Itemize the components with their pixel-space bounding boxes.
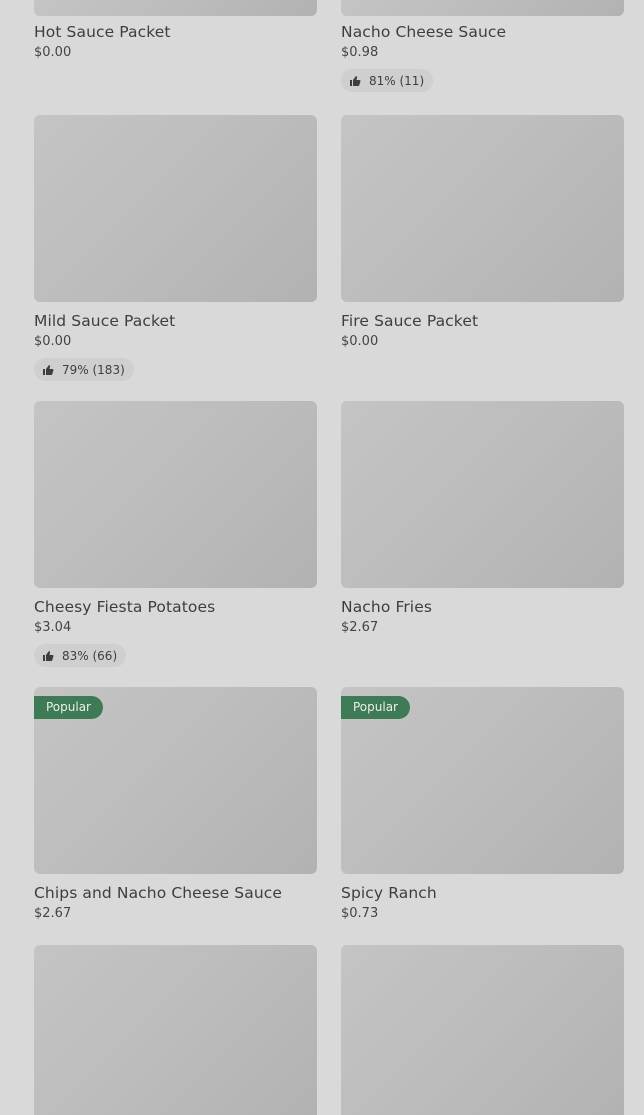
popular-badge: Popular: [34, 696, 103, 719]
rating-badge: 81% (11): [341, 69, 434, 92]
item-name: Chips and Nacho Cheese Sauce: [34, 884, 283, 902]
item-image[interactable]: [34, 945, 317, 1115]
item-image[interactable]: [34, 115, 317, 302]
item-name: Cheesy Fiesta Potatoes: [34, 598, 216, 616]
item-image[interactable]: [341, 115, 624, 302]
item-image[interactable]: Popular: [34, 687, 317, 874]
menu-grid: Hot Sauce Packet $0.00 Nacho Cheese Sauc…: [0, 0, 644, 1115]
thumbs-up-icon: [43, 650, 54, 661]
item-name: Nacho Fries: [341, 598, 433, 616]
thumbs-up-icon: [350, 75, 361, 86]
item-image[interactable]: [341, 945, 624, 1115]
menu-item-card[interactable]: Nacho Fries $2.67: [341, 401, 624, 636]
item-price: $2.67: [34, 906, 72, 921]
rating-text: 83% (66): [62, 648, 118, 663]
menu-item-card[interactable]: Mild Sauce Packet $0.00 79% (183): [34, 115, 317, 381]
item-name: Hot Sauce Packet: [34, 23, 171, 41]
item-price: $2.67: [341, 620, 379, 635]
popular-badge: Popular: [341, 696, 410, 719]
rating-text: 79% (183): [62, 362, 125, 377]
item-name: Nacho Cheese Sauce: [341, 23, 507, 41]
item-image[interactable]: Popular: [341, 687, 624, 874]
menu-item-card[interactable]: Popular Spicy Ranch $0.73: [341, 687, 624, 922]
rating-badge: 83% (66): [34, 644, 127, 667]
item-price: $0.00: [34, 334, 72, 349]
menu-item-card[interactable]: Popular Chips and Nacho Cheese Sauce $2.…: [34, 687, 317, 922]
item-name: Fire Sauce Packet: [341, 312, 479, 330]
thumbs-up-icon: [43, 364, 54, 375]
item-image[interactable]: [341, 401, 624, 588]
menu-item-card[interactable]: [341, 945, 624, 1115]
item-price: $3.04: [34, 620, 72, 635]
item-image[interactable]: [34, 0, 317, 16]
item-name: Spicy Ranch: [341, 884, 437, 902]
rating-text: 81% (11): [369, 73, 425, 88]
item-image[interactable]: [34, 401, 317, 588]
menu-item-card[interactable]: [34, 945, 317, 1115]
menu-item-card[interactable]: Nacho Cheese Sauce $0.98 81% (11): [341, 0, 624, 92]
item-image[interactable]: [341, 0, 624, 16]
rating-badge: 79% (183): [34, 358, 134, 381]
menu-item-card[interactable]: Cheesy Fiesta Potatoes $3.04 83% (66): [34, 401, 317, 667]
item-price: $0.73: [341, 906, 379, 921]
item-price: $0.98: [341, 45, 379, 60]
item-name: Mild Sauce Packet: [34, 312, 176, 330]
item-price: $0.00: [34, 45, 72, 60]
menu-item-card[interactable]: Fire Sauce Packet $0.00: [341, 115, 624, 350]
menu-item-card[interactable]: Hot Sauce Packet $0.00: [34, 0, 317, 61]
item-price: $0.00: [341, 334, 379, 349]
